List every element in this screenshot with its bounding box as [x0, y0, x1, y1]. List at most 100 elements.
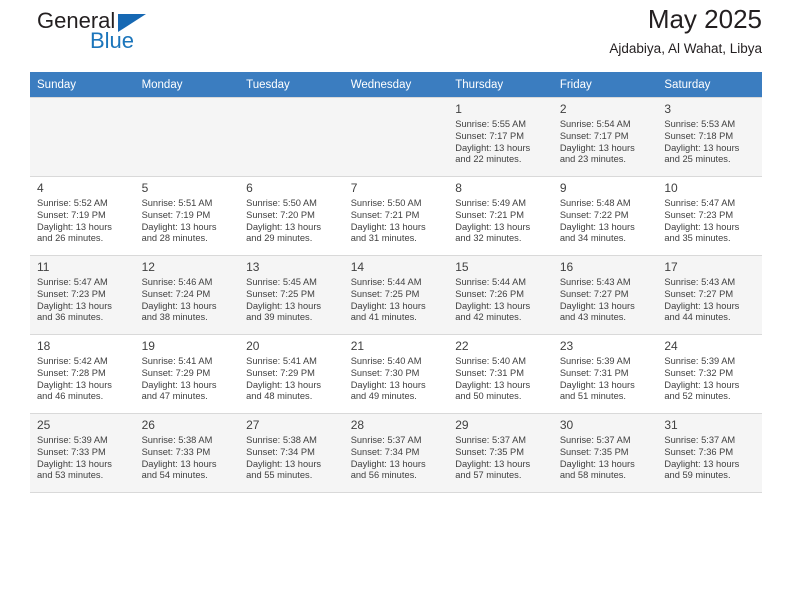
- day-sun-info: Sunrise: 5:55 AM Sunset: 7:17 PM Daylight:…: [455, 119, 547, 166]
- day-daylight-line-text: and 25 minutes.: [664, 154, 731, 165]
- calendar-day-cell[interactable]: 31 Sunrise: 5:37 AM Sunset: 7:36 PM Dayligh…: [657, 413, 762, 493]
- calendar-day-cell[interactable]: 13 Sunrise: 5:45 AM Sunset: 7:25 PM Dayligh…: [239, 255, 344, 335]
- calendar-day-cell[interactable]: 4 Sunrise: 5:52 AM Sunset: 7:19 PM Daylight…: [30, 176, 135, 256]
- calendar-day-cell-empty: [343, 97, 449, 177]
- calendar-day-cell[interactable]: 29 Sunrise: 5:37 AM Sunset: 7:35 PM Dayligh…: [448, 413, 553, 493]
- calendar-day-cell[interactable]: 14 Sunrise: 5:44 AM Sunset: 7:25 PM Dayligh…: [343, 255, 449, 335]
- calendar-day-cell[interactable]: 25 Sunrise: 5:39 AM Sunset: 7:33 PM Dayligh…: [30, 413, 135, 493]
- day-sunrise-text: Sunrise: 5:54 AM: [559, 119, 631, 129]
- day-cell-inner: 28 Sunrise: 5:37 AM Sunset: 7:34 PM Dayligh…: [344, 414, 449, 482]
- day-sun-info: Sunrise: 5:40 AM Sunset: 7:30 PM Daylight:…: [351, 356, 443, 403]
- general-blue-logo[interactable]: General Blue: [30, 8, 170, 60]
- day-number: 13: [246, 260, 260, 274]
- calendar-day-cell[interactable]: 7 Sunrise: 5:50 AM Sunset: 7:21 PM Daylight…: [343, 176, 449, 256]
- day-sunrise-text: Sunrise: 5:55 AM: [455, 119, 527, 129]
- day-sunset-text: Sunset: 7:36 PM: [664, 446, 734, 457]
- day-sun-info: Sunrise: 5:52 AM Sunset: 7:19 PM Daylight:…: [37, 198, 129, 245]
- day-sunrise-text: Sunrise: 5:44 AM: [455, 277, 527, 287]
- day-sunset-text: Sunset: 7:26 PM: [455, 288, 524, 299]
- day-daylight-line-text: and 53 minutes.: [37, 470, 104, 481]
- day-number: 25: [37, 418, 51, 432]
- calendar-day-cell[interactable]: 10 Sunrise: 5:47 AM Sunset: 7:23 PM Dayligh…: [657, 176, 762, 256]
- day-sunset-text: Sunset: 7:30 PM: [350, 367, 420, 378]
- day-daylight-line-text: Daylight: 13 hours: [559, 142, 635, 153]
- calendar-day-cell[interactable]: 26 Sunrise: 5:38 AM Sunset: 7:33 PM Dayligh…: [134, 413, 240, 493]
- calendar-day-cell[interactable]: 12 Sunrise: 5:46 AM Sunset: 7:24 PM Dayligh…: [134, 255, 240, 335]
- calendar-day-cell[interactable]: 15 Sunrise: 5:44 AM Sunset: 7:26 PM Dayligh…: [448, 255, 553, 335]
- calendar-day-cell[interactable]: 24 Sunrise: 5:39 AM Sunset: 7:32 PM Dayligh…: [657, 334, 762, 414]
- day-number: 1: [455, 102, 462, 116]
- day-daylight-line-text: Daylight: 13 hours: [246, 379, 322, 390]
- calendar-day-cell[interactable]: 30 Sunrise: 5:37 AM Sunset: 7:35 PM Dayligh…: [552, 413, 658, 493]
- day-daylight-line-text: Daylight: 13 hours: [455, 300, 531, 311]
- weekday-header-monday: Monday: [134, 72, 240, 98]
- day-sunrise-text: Sunrise: 5:50 AM: [246, 198, 317, 208]
- calendar-day-cell[interactable]: 28 Sunrise: 5:37 AM Sunset: 7:34 PM Dayligh…: [343, 413, 449, 493]
- calendar-day-cell[interactable]: 3 Sunrise: 5:53 AM Sunset: 7:18 PM Daylight…: [657, 97, 762, 177]
- calendar-day-cell[interactable]: 11 Sunrise: 5:47 AM Sunset: 7:23 PM Dayligh…: [30, 255, 135, 335]
- calendar-day-cell[interactable]: 23 Sunrise: 5:39 AM Sunset: 7:31 PM Dayligh…: [552, 334, 658, 414]
- day-cell-inner: 12 Sunrise: 5:46 AM Sunset: 7:24 PM Dayligh…: [135, 256, 240, 324]
- day-sunset-text: Sunset: 7:19 PM: [141, 209, 211, 220]
- day-sunset-text: Sunset: 7:23 PM: [37, 288, 106, 299]
- day-sun-info: Sunrise: 5:45 AM Sunset: 7:25 PM Daylight:…: [246, 277, 338, 324]
- day-sunset-text: Sunset: 7:28 PM: [37, 367, 106, 378]
- day-sun-info: Sunrise: 5:39 AM Sunset: 7:33 PM Daylight:…: [37, 435, 129, 482]
- day-number: 18: [37, 339, 51, 353]
- calendar-day-cell[interactable]: 6 Sunrise: 5:50 AM Sunset: 7:20 PM Daylight…: [239, 176, 344, 256]
- day-sunset-text: Sunset: 7:33 PM: [37, 446, 106, 457]
- day-sunset-text: Sunset: 7:35 PM: [559, 446, 629, 457]
- day-daylight-line-text: and 46 minutes.: [37, 391, 104, 402]
- day-daylight-line-text: Daylight: 13 hours: [664, 142, 740, 153]
- calendar-body: 1 Sunrise: 5:55 AM Sunset: 7:17 PM Daylight…: [30, 97, 762, 493]
- day-sun-info: Sunrise: 5:44 AM Sunset: 7:25 PM Daylight:…: [351, 277, 443, 324]
- calendar-day-cell[interactable]: 16 Sunrise: 5:43 AM Sunset: 7:27 PM Dayligh…: [552, 255, 658, 335]
- day-sunrise-text: Sunrise: 5:41 AM: [141, 356, 213, 366]
- day-daylight-line-text: Daylight: 13 hours: [664, 458, 740, 469]
- calendar-day-cell[interactable]: 22 Sunrise: 5:40 AM Sunset: 7:31 PM Dayligh…: [448, 334, 553, 414]
- calendar-day-cell[interactable]: 2 Sunrise: 5:54 AM Sunset: 7:17 PM Daylight…: [552, 97, 658, 177]
- day-sunrise-text: Sunrise: 5:37 AM: [559, 435, 631, 445]
- calendar-header-row: Sunday Monday Tuesday Wednesday Thursday…: [30, 72, 762, 98]
- day-sun-info: Sunrise: 5:43 AM Sunset: 7:27 PM Daylight:…: [664, 277, 756, 324]
- calendar-day-cell[interactable]: 21 Sunrise: 5:40 AM Sunset: 7:30 PM Dayligh…: [343, 334, 449, 414]
- calendar-day-cell[interactable]: 18 Sunrise: 5:42 AM Sunset: 7:28 PM Dayligh…: [30, 334, 135, 414]
- day-sunrise-text: Sunrise: 5:40 AM: [350, 356, 422, 366]
- day-cell-inner: 25 Sunrise: 5:39 AM Sunset: 7:33 PM Dayligh…: [30, 414, 135, 482]
- day-daylight-line-text: and 49 minutes.: [350, 391, 417, 402]
- calendar-day-cell[interactable]: 8 Sunrise: 5:49 AM Sunset: 7:21 PM Daylight…: [448, 176, 553, 256]
- day-daylight-line-text: and 38 minutes.: [141, 312, 208, 323]
- day-cell-inner: 6 Sunrise: 5:50 AM Sunset: 7:20 PM Daylight…: [239, 177, 344, 245]
- calendar-day-cell[interactable]: 27 Sunrise: 5:38 AM Sunset: 7:34 PM Dayligh…: [239, 413, 344, 493]
- day-daylight-line-text: and 47 minutes.: [141, 391, 208, 402]
- day-sunset-text: Sunset: 7:27 PM: [559, 288, 629, 299]
- day-cell-inner: 16 Sunrise: 5:43 AM Sunset: 7:27 PM Dayligh…: [553, 256, 658, 324]
- day-sun-info: Sunrise: 5:39 AM Sunset: 7:31 PM Daylight:…: [560, 356, 652, 403]
- calendar-week-row: 25 Sunrise: 5:39 AM Sunset: 7:33 PM Dayligh…: [30, 413, 762, 493]
- day-sunset-text: Sunset: 7:17 PM: [455, 130, 524, 141]
- day-cell-inner: 4 Sunrise: 5:52 AM Sunset: 7:19 PM Daylight…: [30, 177, 135, 245]
- day-sun-info: Sunrise: 5:37 AM Sunset: 7:35 PM Daylight:…: [560, 435, 652, 482]
- calendar-day-cell[interactable]: 20 Sunrise: 5:41 AM Sunset: 7:29 PM Dayligh…: [239, 334, 344, 414]
- day-number: 20: [246, 339, 260, 353]
- day-cell-inner: 7 Sunrise: 5:50 AM Sunset: 7:21 PM Daylight…: [344, 177, 449, 245]
- page-header: General Blue May 2025 Ajdabiya, Al Wahat…: [30, 0, 762, 72]
- day-number: 2: [559, 102, 567, 116]
- day-daylight-line-text: Daylight: 13 hours: [246, 300, 322, 311]
- day-sun-info: Sunrise: 5:37 AM Sunset: 7:35 PM Daylight:…: [455, 435, 547, 482]
- day-cell-inner: 31 Sunrise: 5:37 AM Sunset: 7:36 PM Dayligh…: [657, 414, 762, 482]
- day-sunset-text: Sunset: 7:34 PM: [246, 446, 315, 457]
- day-number: 23: [559, 339, 574, 353]
- day-sunrise-text: Sunrise: 5:37 AM: [455, 435, 527, 445]
- day-sunrise-text: Sunrise: 5:37 AM: [664, 435, 736, 445]
- calendar-day-cell[interactable]: 19 Sunrise: 5:41 AM Sunset: 7:29 PM Dayligh…: [134, 334, 240, 414]
- day-cell-inner: 17 Sunrise: 5:43 AM Sunset: 7:27 PM Dayligh…: [657, 256, 762, 324]
- calendar-day-cell[interactable]: 9 Sunrise: 5:48 AM Sunset: 7:22 PM Daylight…: [552, 176, 658, 256]
- calendar-day-cell[interactable]: 17 Sunrise: 5:43 AM Sunset: 7:27 PM Dayligh…: [657, 255, 762, 335]
- calendar-week-row: 1 Sunrise: 5:55 AM Sunset: 7:17 PM Daylight…: [30, 97, 762, 177]
- day-sun-info: Sunrise: 5:44 AM Sunset: 7:26 PM Daylight:…: [455, 277, 547, 324]
- calendar-day-cell[interactable]: 5 Sunrise: 5:51 AM Sunset: 7:19 PM Daylight…: [134, 176, 240, 256]
- calendar-day-cell[interactable]: 1 Sunrise: 5:55 AM Sunset: 7:17 PM Daylight…: [448, 97, 553, 177]
- calendar-page: General Blue May 2025 Ajdabiya, Al Wahat…: [0, 0, 792, 612]
- day-daylight-line-text: and 23 minutes.: [559, 154, 626, 165]
